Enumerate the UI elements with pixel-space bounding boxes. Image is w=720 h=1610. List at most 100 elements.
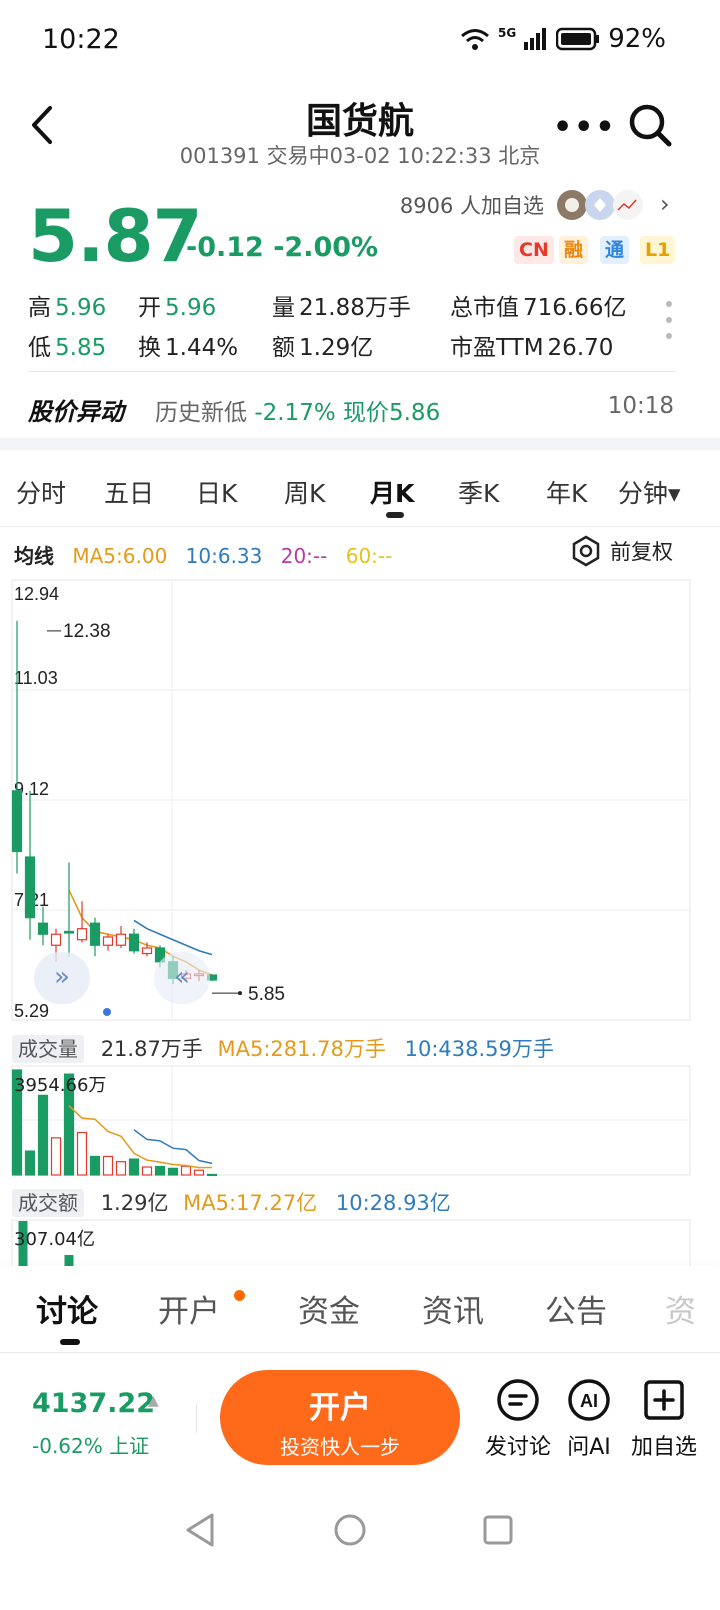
candle-body — [141, 947, 153, 955]
alert-label[interactable]: 股价异动 — [28, 392, 124, 427]
last-marker-dot — [238, 991, 242, 996]
ma10-value: 10:6.33 — [185, 544, 263, 568]
volume-bar — [193, 1169, 205, 1176]
volume-ma5: MA5:281.78万手 — [217, 1037, 386, 1061]
volume-legend[interactable]: 成交量 21.87万手 MA5:281.78万手 10:438.59万手 — [12, 1033, 554, 1063]
badge-margin[interactable]: 融 — [559, 236, 589, 264]
volume-bar — [206, 1173, 218, 1177]
battery-level: 92% — [608, 24, 666, 54]
section-separator — [0, 438, 720, 450]
candle-body — [115, 933, 127, 946]
event-marker[interactable] — [103, 1008, 111, 1016]
volume-bar — [115, 1161, 127, 1176]
current-price: 5.87 — [28, 194, 203, 278]
tab-announcements[interactable]: 公告 — [545, 1286, 607, 1331]
candle-body — [11, 790, 23, 853]
stat-pe-ttm: 市盈TTM 26.70 — [450, 335, 614, 361]
open-account-button[interactable]: 开户 投资快人一步 — [220, 1370, 460, 1465]
tab-yearly-k[interactable]: 年K — [546, 474, 587, 510]
divider — [28, 371, 676, 372]
volume-ma10: 10:438.59万手 — [404, 1037, 554, 1061]
volume-grid — [11, 1065, 691, 1176]
adjust-label: 前复权 — [610, 540, 673, 564]
tab-discuss[interactable]: 讨论 — [36, 1286, 98, 1331]
more-icon[interactable]: ••• — [553, 110, 617, 145]
ask-ai-label: 问AI — [567, 1435, 611, 1460]
tab-intraday[interactable]: 分时 — [16, 474, 66, 510]
tab-news[interactable]: 资讯 — [422, 1286, 484, 1331]
tab-weekly-k[interactable]: 周K — [284, 474, 325, 510]
status-time: 10:22 — [42, 24, 120, 55]
ma5-value: MA5:6.00 — [72, 544, 168, 568]
alert-text[interactable]: 历史新低 -2.17% 现价5.86 — [155, 393, 440, 427]
nav-recents-icon[interactable] — [483, 1515, 513, 1545]
tab-overflow[interactable]: 资 — [665, 1286, 696, 1331]
divider — [0, 1352, 720, 1353]
ask-ai-button[interactable]: AI 问AI — [553, 1377, 625, 1461]
amount-bars — [11, 1219, 691, 1266]
candle-body — [128, 933, 140, 952]
open-account-title: 开户 — [309, 1390, 371, 1426]
status-indicators: 5G 92% — [460, 24, 666, 54]
add-watchlist-button[interactable]: 加自选 — [628, 1377, 700, 1461]
index-value[interactable]: 4137.22 — [32, 1388, 155, 1419]
chat-icon — [497, 1379, 539, 1421]
follower-avatars[interactable] — [556, 188, 652, 222]
volume-max-label: 3954.66万 — [14, 1075, 107, 1096]
tab-five-day[interactable]: 五日 — [104, 474, 154, 510]
scroll-right-button[interactable]: « — [154, 952, 210, 1004]
tab-daily-k[interactable]: 日K — [196, 474, 237, 510]
stat-volume: 量 21.88万手 — [272, 295, 411, 321]
price-tick-label: 11.03 — [14, 668, 58, 688]
adjust-toggle[interactable]: 前复权 — [570, 535, 673, 567]
volume-tag: 成交量 — [12, 1035, 84, 1063]
volume-bar — [167, 1167, 179, 1176]
volume-bar — [180, 1165, 192, 1176]
last-price-label: 5.85 — [248, 984, 285, 1005]
nav-home-icon[interactable] — [334, 1514, 366, 1546]
amount-legend[interactable]: 成交额 1.29亿 MA5:17.27亿 10:28.93亿 — [12, 1187, 451, 1217]
follower-count[interactable]: 8906 人加自选 — [400, 190, 544, 220]
expand-dots-icon[interactable] — [664, 300, 674, 340]
tab-funds[interactable]: 资金 — [298, 1286, 360, 1331]
settings-hex-icon — [572, 535, 600, 567]
tab-quarterly-k[interactable]: 季K — [458, 474, 499, 510]
scroll-left-button[interactable]: » — [34, 952, 90, 1004]
volume-bar — [154, 1165, 166, 1176]
amount-ma10: 10:28.93亿 — [335, 1191, 451, 1215]
price-annotations: 12.38 5.85 — [47, 621, 285, 1005]
bottom-tabbar — [0, 1267, 720, 1353]
kline-chart[interactable]: 12.9411.039.127.215.29 12.385.85 — [0, 570, 720, 1266]
nav-back-icon[interactable] — [186, 1513, 214, 1547]
search-icon[interactable] — [626, 100, 674, 150]
candle-body — [24, 856, 36, 919]
tab-open-account[interactable]: 开户 — [158, 1286, 220, 1331]
badge-cn[interactable]: CN — [514, 236, 554, 264]
badge-l1[interactable]: L1 — [640, 236, 676, 264]
ma-label: 均线 — [14, 544, 54, 568]
volume-bar — [102, 1155, 114, 1176]
badge-connect[interactable]: 通 — [600, 236, 630, 264]
chevron-right-icon[interactable]: › — [660, 190, 670, 218]
add-watchlist-label: 加自选 — [630, 1435, 697, 1460]
amount-max-label: 307.04亿 — [14, 1229, 95, 1250]
volume-bar — [76, 1131, 88, 1176]
system-nav-bar — [186, 1513, 513, 1547]
amount-bar — [64, 1255, 74, 1266]
tab-monthly-k[interactable]: 月K — [370, 474, 414, 510]
ma-legend[interactable]: 均线 MA5:6.00 10:6.33 20:-- 60:-- — [14, 540, 404, 569]
post-discussion-button[interactable]: 发讨论 — [482, 1377, 554, 1461]
candle-body — [76, 928, 88, 941]
price-tick-label: 5.29 — [14, 1001, 49, 1021]
index-change[interactable]: -0.62% 上证 — [32, 1430, 149, 1459]
volume-bar — [89, 1155, 101, 1176]
stat-open: 开 5.96 — [138, 295, 217, 321]
add-square-icon — [644, 1380, 684, 1420]
candle-body — [37, 922, 49, 935]
amount-value: 1.29亿 — [100, 1191, 169, 1215]
volume-bar — [24, 1150, 36, 1176]
index-expand-icon[interactable]: ▲ — [148, 1393, 159, 1409]
tab-minute-dropdown[interactable]: 分钟▾ — [618, 474, 681, 510]
volume-bar — [128, 1158, 140, 1176]
stat-low: 低 5.85 — [28, 335, 107, 361]
